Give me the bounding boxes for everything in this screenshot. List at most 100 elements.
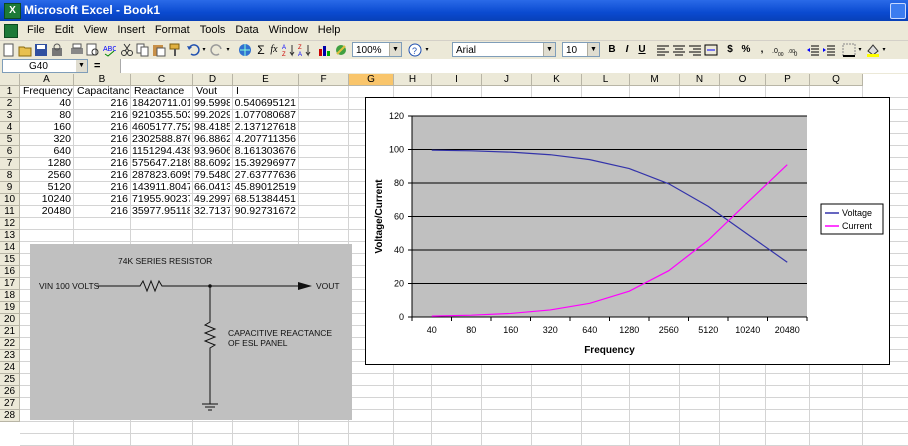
row-header-3[interactable]: 3: [0, 110, 20, 122]
row-header-13[interactable]: 13: [0, 230, 20, 242]
row-header-17[interactable]: 17: [0, 278, 20, 290]
cell-e11[interactable]: 90.92731672: [234, 206, 296, 218]
currency-button[interactable]: $: [724, 43, 736, 57]
help-icon[interactable]: ?: [408, 43, 422, 57]
row-header-25[interactable]: 25: [0, 374, 20, 386]
zoom-combo[interactable]: 100% ▼: [352, 42, 402, 57]
cell-d10[interactable]: 49.29976: [194, 194, 230, 206]
menu-edit[interactable]: Edit: [50, 21, 79, 40]
cell-d5[interactable]: 96.88629: [194, 134, 230, 146]
row-header-5[interactable]: 5: [0, 134, 20, 146]
cell-e2[interactable]: 0.540695121: [234, 98, 296, 110]
row-header-20[interactable]: 20: [0, 314, 20, 326]
merge-center-icon[interactable]: [704, 43, 718, 57]
row-header-8[interactable]: 8: [0, 170, 20, 182]
row-header-22[interactable]: 22: [0, 338, 20, 350]
cell-a11[interactable]: 20480: [21, 206, 71, 218]
cell-d9[interactable]: 66.04131: [194, 182, 230, 194]
cell-e5[interactable]: 4.207711356: [234, 134, 296, 146]
cell-e8[interactable]: 27.63777636: [234, 170, 296, 182]
cell-a1[interactable]: Frequency: [21, 86, 73, 98]
name-box-dropdown-icon[interactable]: ▼: [76, 60, 87, 72]
print-icon[interactable]: [70, 43, 84, 57]
row-header-16[interactable]: 16: [0, 266, 20, 278]
increase-decimal-icon[interactable]: .0 00: [772, 43, 786, 57]
minimize-button[interactable]: [890, 3, 906, 19]
cell-a6[interactable]: 640: [21, 146, 71, 158]
help-dropdown-icon[interactable]: ▾: [423, 43, 431, 57]
menu-view[interactable]: View: [79, 21, 113, 40]
cell-a7[interactable]: 1280: [21, 158, 71, 170]
function-icon[interactable]: fx: [268, 43, 280, 57]
menu-insert[interactable]: Insert: [112, 21, 150, 40]
cell-a9[interactable]: 5120: [21, 182, 71, 194]
row-header-14[interactable]: 14: [0, 242, 20, 254]
column-header-f[interactable]: F: [299, 74, 349, 86]
sort-descending-icon[interactable]: ZA: [298, 43, 312, 57]
cell-b1[interactable]: Capacitance: [75, 86, 130, 98]
select-all-corner[interactable]: [0, 74, 20, 86]
spelling-icon[interactable]: ABC: [102, 43, 116, 57]
cell-e4[interactable]: 2.137127618: [234, 122, 296, 134]
cell-c7[interactable]: 575647.2189: [132, 158, 190, 170]
cell-a4[interactable]: 160: [21, 122, 71, 134]
cell-b9[interactable]: 216: [75, 182, 128, 194]
borders-icon[interactable]: [842, 43, 856, 57]
align-right-icon[interactable]: [688, 43, 702, 57]
redo-icon[interactable]: [210, 43, 224, 57]
permission-icon[interactable]: [50, 43, 64, 57]
name-box[interactable]: G40 ▼: [2, 59, 88, 73]
row-header-7[interactable]: 7: [0, 158, 20, 170]
column-header-d[interactable]: D: [193, 74, 233, 86]
bold-button[interactable]: B: [605, 43, 619, 57]
align-left-icon[interactable]: [656, 43, 670, 57]
sort-ascending-icon[interactable]: AZ: [282, 43, 296, 57]
workbook-icon[interactable]: [4, 24, 18, 38]
cut-icon[interactable]: [120, 43, 134, 57]
cell-c9[interactable]: 143911.8047: [132, 182, 190, 194]
row-header-12[interactable]: 12: [0, 218, 20, 230]
cell-b11[interactable]: 216: [75, 206, 128, 218]
column-header-m[interactable]: M: [630, 74, 680, 86]
column-header-q[interactable]: Q: [810, 74, 863, 86]
row-header-21[interactable]: 21: [0, 326, 20, 338]
align-center-icon[interactable]: [672, 43, 686, 57]
row-header-1[interactable]: 1: [0, 86, 20, 98]
cell-b3[interactable]: 216: [75, 110, 128, 122]
row-header-24[interactable]: 24: [0, 362, 20, 374]
cell-b5[interactable]: 216: [75, 134, 128, 146]
cell-c3[interactable]: 9210355.503: [132, 110, 190, 122]
cell-c8[interactable]: 287823.6095: [132, 170, 190, 182]
menu-format[interactable]: Format: [150, 21, 195, 40]
copy-icon[interactable]: [136, 43, 150, 57]
cell-a5[interactable]: 320: [21, 134, 71, 146]
autosum-icon[interactable]: Σ: [256, 43, 266, 57]
excel-app-icon[interactable]: X: [4, 3, 21, 19]
line-chart[interactable]: 0 20 40 60 80 100 120 40 80 160 320 640 1280 2560 5120…: [365, 97, 890, 365]
menu-tools[interactable]: Tools: [195, 21, 231, 40]
cell-d7[interactable]: 88.6092: [194, 158, 230, 170]
cell-a3[interactable]: 80: [21, 110, 71, 122]
cell-b10[interactable]: 216: [75, 194, 128, 206]
decrease-decimal-icon[interactable]: .00 0: [788, 43, 802, 57]
menu-help[interactable]: Help: [313, 21, 346, 40]
cell-b4[interactable]: 216: [75, 122, 128, 134]
open-icon[interactable]: [18, 43, 32, 57]
font-dropdown-icon[interactable]: ▼: [543, 43, 555, 56]
cell-d3[interactable]: 99.20296: [194, 110, 230, 122]
menu-file[interactable]: File: [22, 21, 50, 40]
drawing-icon[interactable]: [334, 43, 348, 57]
cell-d11[interactable]: 32.71379: [194, 206, 230, 218]
zoom-dropdown-icon[interactable]: ▼: [389, 43, 401, 56]
cell-d1[interactable]: Vout: [194, 86, 232, 98]
row-header-4[interactable]: 4: [0, 122, 20, 134]
cell-d2[interactable]: 99.59989: [194, 98, 230, 110]
column-header-o[interactable]: O: [720, 74, 766, 86]
hyperlink-icon[interactable]: [238, 43, 252, 57]
row-header-9[interactable]: 9: [0, 182, 20, 194]
row-header-26[interactable]: 26: [0, 386, 20, 398]
row-header-10[interactable]: 10: [0, 194, 20, 206]
cell-a10[interactable]: 10240: [21, 194, 71, 206]
redo-dropdown-icon[interactable]: ▾: [224, 43, 232, 57]
column-header-b[interactable]: B: [74, 74, 131, 86]
